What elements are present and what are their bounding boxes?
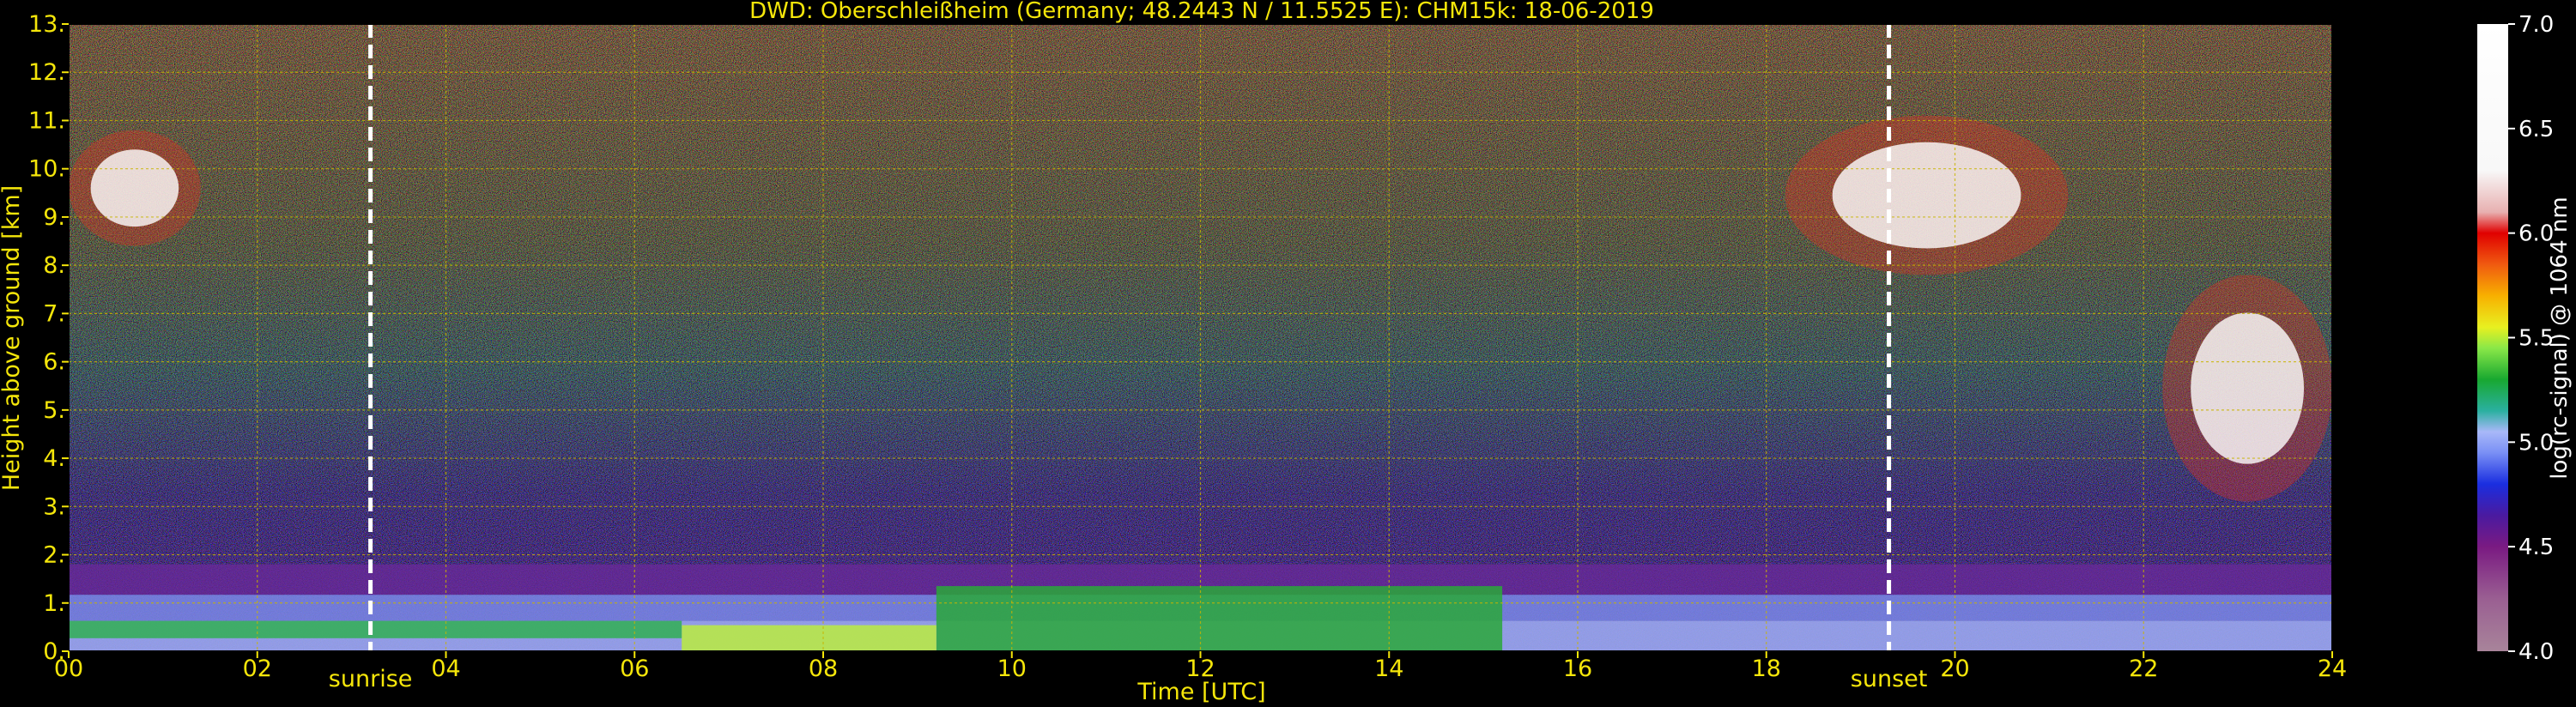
colorbar-tick-label: 6.0 (2518, 221, 2554, 247)
colorbar-gradient (2477, 24, 2508, 651)
boundary-layer-yellow (682, 625, 936, 651)
x-tick-label: 18 (1752, 656, 1781, 682)
y-tick-label: 4. (43, 445, 65, 472)
colorbar-tick-label: 6.5 (2518, 117, 2554, 142)
colorbar-tick-label: 5.5 (2518, 326, 2554, 352)
y-tick-label: 6. (43, 349, 65, 376)
y-axis-label: Height above ground [km] (0, 185, 25, 491)
cloud-core (90, 149, 179, 227)
colorbar-tick-label: 4.0 (2518, 639, 2554, 665)
y-tick-label: 11. (28, 107, 65, 134)
y-tick-label: 7. (43, 300, 65, 327)
event-label-sunrise: sunrise (329, 666, 413, 692)
x-tick-label: 04 (431, 656, 460, 682)
x-tick-label: 02 (243, 656, 272, 682)
y-tick-label: 2. (43, 542, 65, 569)
colorbar-tick-label: 5.0 (2518, 430, 2554, 456)
x-tick-label: 22 (2129, 656, 2158, 682)
event-label-sunset: sunset (1851, 666, 1928, 692)
colorbar: log(rc-signal) @ 1064 nm 4.04.55.05.56.0… (2477, 12, 2573, 665)
y-tick-label: 9. (43, 204, 65, 231)
boundary-layer-green (936, 586, 1503, 651)
y-tick-label: 13. (28, 11, 65, 38)
cloud-core (1832, 142, 2021, 249)
y-tick-label: 3. (43, 493, 65, 520)
ceilometer-chart: sunrise sunset 00 02 04 06 08 10 12 14 16 18 20 22 24… (0, 0, 2573, 705)
colorbar-tick-label: 4.5 (2518, 535, 2554, 560)
y-tick-label: 0. (43, 638, 65, 665)
plot-area: sunrise sunset (69, 24, 2332, 692)
x-axis-label: Time [UTC] (1136, 679, 1265, 705)
x-tick-label: 24 (2318, 656, 2347, 682)
x-tick-label: 08 (809, 656, 838, 682)
boundary-layer-green-low (69, 620, 682, 638)
y-tick-label: 12. (28, 59, 65, 86)
chart-title: DWD: Oberschleißheim (Germany; 48.2443 N… (749, 0, 1654, 24)
y-tick-label: 1. (43, 590, 65, 617)
cloud-core (2191, 312, 2305, 464)
x-tick-label: 20 (1940, 656, 1969, 682)
y-tick-label: 8. (43, 252, 65, 279)
y-tick-label: 10. (28, 156, 65, 183)
x-tick-label: 06 (620, 656, 649, 682)
y-tick-label: 5. (43, 397, 65, 424)
colorbar-tick-label: 7.0 (2518, 12, 2554, 38)
x-tick-label: 10 (997, 656, 1027, 682)
x-tick-label: 14 (1374, 656, 1403, 682)
x-tick-label: 16 (1563, 656, 1592, 682)
